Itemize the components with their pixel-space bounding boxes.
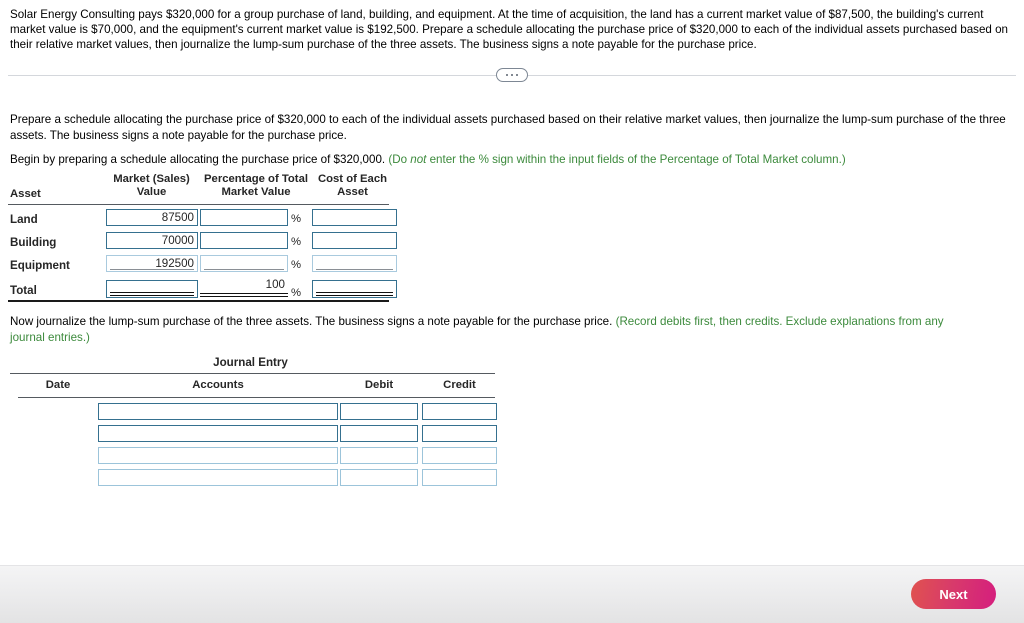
hint-pre: (Do	[388, 153, 411, 166]
journal-top-rule	[10, 373, 495, 374]
journal-credit-input[interactable]	[422, 403, 497, 420]
land-percentage-input[interactable]	[200, 209, 288, 226]
journal-prompt: Now journalize the lump-sum purchase of …	[10, 314, 960, 345]
total-percentage-rule	[200, 293, 288, 297]
schedule-prompt: Begin by preparing a schedule allocating…	[10, 152, 1010, 168]
row-label-building: Building	[10, 236, 57, 249]
journal-credit-input[interactable]	[422, 447, 497, 464]
allocation-bottom-rule	[8, 300, 389, 302]
total-percentage-value: 100	[265, 278, 285, 291]
header-debit: Debit	[364, 379, 394, 391]
schedule-prompt-text: Begin by preparing a schedule allocating…	[10, 153, 389, 166]
journal-credit-input[interactable]	[422, 469, 497, 486]
header-market-value: Market (Sales) Value	[104, 173, 199, 198]
journal-accounts-input[interactable]	[98, 425, 338, 442]
header-asset: Asset	[10, 188, 41, 200]
header-date: Date	[45, 379, 71, 391]
header-cost: Cost of Each Asset	[310, 173, 395, 198]
exercise-page: Solar Energy Consulting pays $320,000 fo…	[0, 0, 1024, 623]
journal-prompt-text: Now journalize the lump-sum purchase of …	[10, 315, 616, 328]
percent-sign: %	[291, 259, 302, 271]
header-accounts: Accounts	[192, 379, 244, 391]
equipment-percentage-input[interactable]	[200, 255, 288, 272]
land-cost-input[interactable]	[312, 209, 397, 226]
journal-debit-input[interactable]	[340, 469, 418, 486]
journal-accounts-input[interactable]	[98, 403, 338, 420]
hint-italic: not	[410, 153, 427, 166]
schedule-hint: (Do not enter the % sign within the inpu…	[388, 153, 845, 166]
building-market-value-input[interactable]: 70000	[106, 232, 198, 249]
percent-sign: %	[291, 236, 302, 248]
header-percentage-l2: Market Value	[221, 185, 291, 198]
journal-credit-input[interactable]	[422, 425, 497, 442]
dot-icon	[510, 73, 514, 77]
allocation-header-row: Asset Market (Sales) Value Percentage of…	[8, 173, 408, 203]
journal-accounts-input[interactable]	[98, 469, 338, 486]
header-cost-l2: Asset	[337, 185, 368, 198]
journal-debit-input[interactable]	[340, 425, 418, 442]
row-label-equipment: Equipment	[10, 259, 70, 272]
header-percentage: Percentage of Total Market Value	[199, 173, 313, 198]
building-percentage-input[interactable]	[200, 232, 288, 249]
total-cost-input[interactable]	[312, 280, 397, 298]
subtotal-rule	[316, 269, 393, 270]
divider-ellipsis-pill[interactable]	[496, 68, 528, 82]
allocation-top-rule	[8, 204, 389, 205]
total-rule	[110, 292, 194, 296]
row-label-total: Total	[10, 284, 37, 297]
equipment-market-value-input[interactable]: 192500	[106, 255, 198, 272]
row-label-land: Land	[10, 213, 38, 226]
hint-post: enter the % sign within the input fields…	[426, 153, 846, 166]
subtotal-rule	[204, 269, 284, 270]
building-cost-input[interactable]	[312, 232, 397, 249]
journal-entry-title: Journal Entry	[213, 356, 288, 369]
header-percentage-l1: Percentage of Total	[204, 173, 308, 185]
dot-icon	[505, 73, 509, 77]
dot-icon	[515, 73, 519, 77]
header-market-value-l1: Market (Sales)	[113, 173, 190, 185]
journal-debit-input[interactable]	[340, 447, 418, 464]
requirement-text: Prepare a schedule allocating the purcha…	[10, 113, 1006, 142]
land-market-value-input[interactable]: 87500	[106, 209, 198, 226]
total-market-value-input[interactable]	[106, 280, 198, 298]
section-divider	[8, 66, 1016, 86]
problem-statement: Solar Energy Consulting pays $320,000 fo…	[10, 8, 1008, 51]
footer-bar: Next	[0, 565, 1024, 623]
header-credit: Credit	[443, 379, 476, 391]
subtotal-rule	[110, 269, 194, 270]
next-button[interactable]: Next	[911, 579, 996, 609]
journal-header-rule	[18, 397, 495, 398]
journal-debit-input[interactable]	[340, 403, 418, 420]
header-cost-l1: Cost of Each	[317, 173, 388, 185]
percent-sign: %	[291, 213, 302, 225]
journal-accounts-input[interactable]	[98, 447, 338, 464]
header-market-value-l2: Value	[136, 185, 167, 198]
allocation-schedule-table: Asset Market (Sales) Value Percentage of…	[8, 173, 408, 302]
total-rule	[316, 292, 393, 296]
equipment-cost-input[interactable]	[312, 255, 397, 272]
